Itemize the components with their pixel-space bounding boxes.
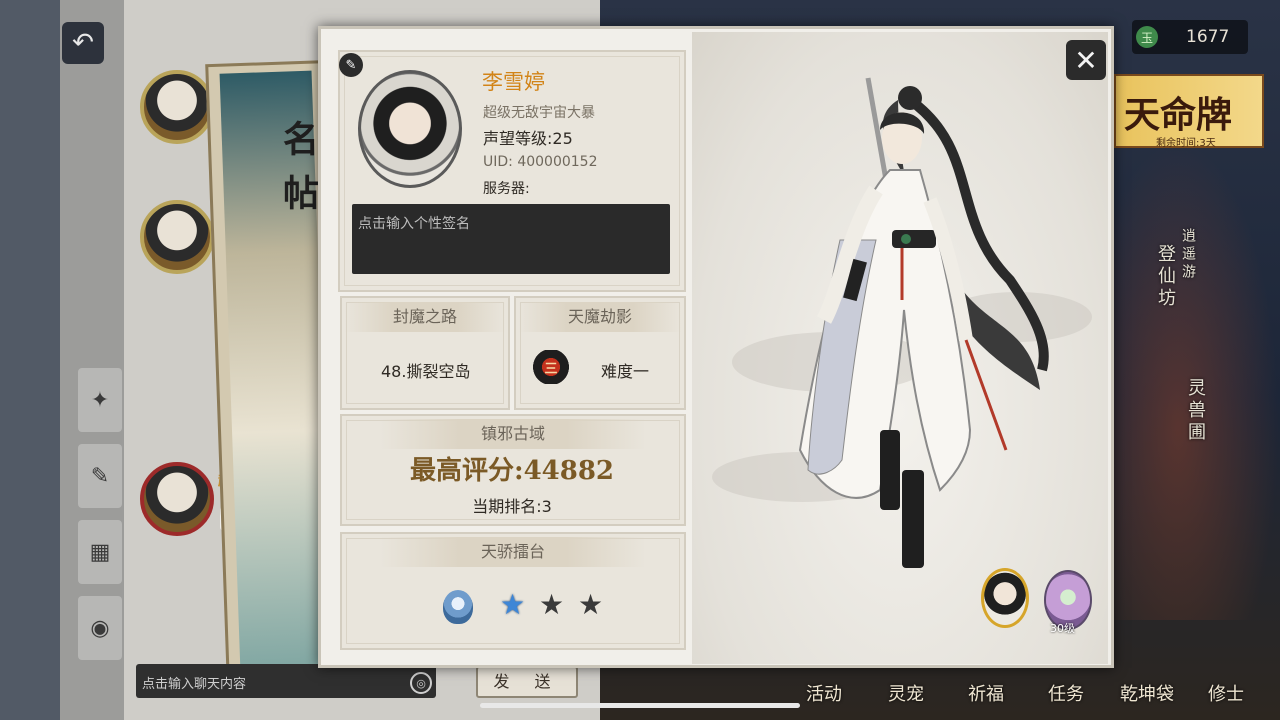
chat-tab-guild[interactable]: ✎ bbox=[78, 444, 122, 508]
nav-pet[interactable]: 灵宠 bbox=[888, 680, 924, 706]
back-arrow-icon: ↶ bbox=[72, 28, 94, 58]
star-icon-filled: ★ bbox=[500, 588, 526, 621]
banner-title: 天命牌 bbox=[1124, 94, 1233, 136]
demon-shadow-value: 难度一 bbox=[601, 362, 650, 381]
scene-label-dengxian[interactable]: 登仙坊 bbox=[1152, 244, 1178, 310]
close-button[interactable]: ✕ bbox=[1066, 40, 1106, 80]
chat-tab-team[interactable]: ▦ bbox=[78, 520, 122, 584]
character-thumbnail[interactable] bbox=[981, 568, 1029, 628]
chat-tab-private[interactable]: ◉ bbox=[78, 596, 122, 660]
current-rank: 当期排名:3 bbox=[472, 497, 552, 516]
scene-label-xiaoyao[interactable]: 逍遥游 bbox=[1178, 228, 1198, 282]
ancient-domain-header: 镇邪古域 bbox=[380, 419, 646, 449]
left-edge bbox=[0, 0, 60, 720]
character-illustration bbox=[798, 77, 1049, 568]
banner-subtitle: 剩余时间:3天 bbox=[1156, 138, 1216, 149]
pet-level-label: 30级 bbox=[1050, 622, 1075, 635]
back-button[interactable]: ↶ bbox=[62, 22, 104, 64]
chat-avatar-3[interactable] bbox=[140, 462, 214, 536]
team-icon: ▦ bbox=[89, 539, 111, 565]
pen-icon[interactable]: ✎ bbox=[339, 53, 363, 77]
close-icon: ✕ bbox=[1074, 43, 1098, 77]
seal-road-value: 48.撕裂空岛 bbox=[381, 362, 471, 381]
fate-card-banner[interactable]: 天命牌 剩余时间:3天 bbox=[1114, 74, 1264, 149]
home-indicator[interactable] bbox=[480, 703, 800, 708]
chat-bubble-icon: ◉ bbox=[90, 615, 110, 641]
highest-score: 最高评分:44882 bbox=[409, 456, 615, 486]
star-icon-empty: ★ bbox=[539, 588, 565, 621]
demon-shadow-header: 天魔劫影 bbox=[518, 302, 682, 332]
player-server: 服务器: bbox=[483, 181, 530, 197]
voice-icon[interactable]: ◎ bbox=[410, 672, 432, 694]
nav-bag[interactable]: 乾坤袋 bbox=[1120, 680, 1174, 706]
currency-display: 玉 1677 bbox=[1132, 20, 1248, 54]
chat-avatar-1[interactable] bbox=[140, 70, 214, 144]
book-icon: ✎ bbox=[90, 463, 110, 489]
name-card-title: 名帖 bbox=[277, 120, 319, 228]
difficulty-emblem-icon: 三 bbox=[532, 350, 570, 384]
player-level: 声望等级:25 bbox=[483, 129, 573, 148]
send-button[interactable]: 发 送 bbox=[476, 666, 578, 698]
nav-blessing[interactable]: 祈福 bbox=[968, 680, 1004, 706]
currency-amount: 1677 bbox=[1186, 27, 1230, 47]
player-name: 李雪婷 bbox=[482, 70, 545, 94]
nav-quest[interactable]: 任务 bbox=[1048, 680, 1084, 706]
scene-label-lingshou[interactable]: 灵兽圃 bbox=[1182, 378, 1208, 444]
bird-icon: ✦ bbox=[90, 387, 110, 413]
star-icon-empty: ★ bbox=[578, 588, 604, 621]
player-title: 超级无敌宇宙大暴 bbox=[483, 105, 595, 121]
chat-tab-world[interactable]: ✦ bbox=[78, 368, 122, 432]
signature-input[interactable]: 点击输入个性签名 bbox=[352, 204, 670, 274]
arena-rank-emblem-icon bbox=[443, 590, 473, 624]
seal-road-header: 封魔之路 bbox=[344, 302, 506, 332]
nav-cultivator[interactable]: 修士 bbox=[1208, 680, 1244, 706]
player-uid: UID: 400000152 bbox=[483, 154, 598, 170]
jade-coin-icon: 玉 bbox=[1136, 26, 1158, 48]
chat-avatar-2[interactable] bbox=[140, 200, 214, 274]
nav-activity[interactable]: 活动 bbox=[806, 680, 842, 706]
arena-header: 天骄擂台 bbox=[380, 537, 646, 567]
profile-avatar[interactable] bbox=[358, 70, 462, 188]
chat-input[interactable]: 点击输入聊天内容 bbox=[136, 664, 436, 698]
